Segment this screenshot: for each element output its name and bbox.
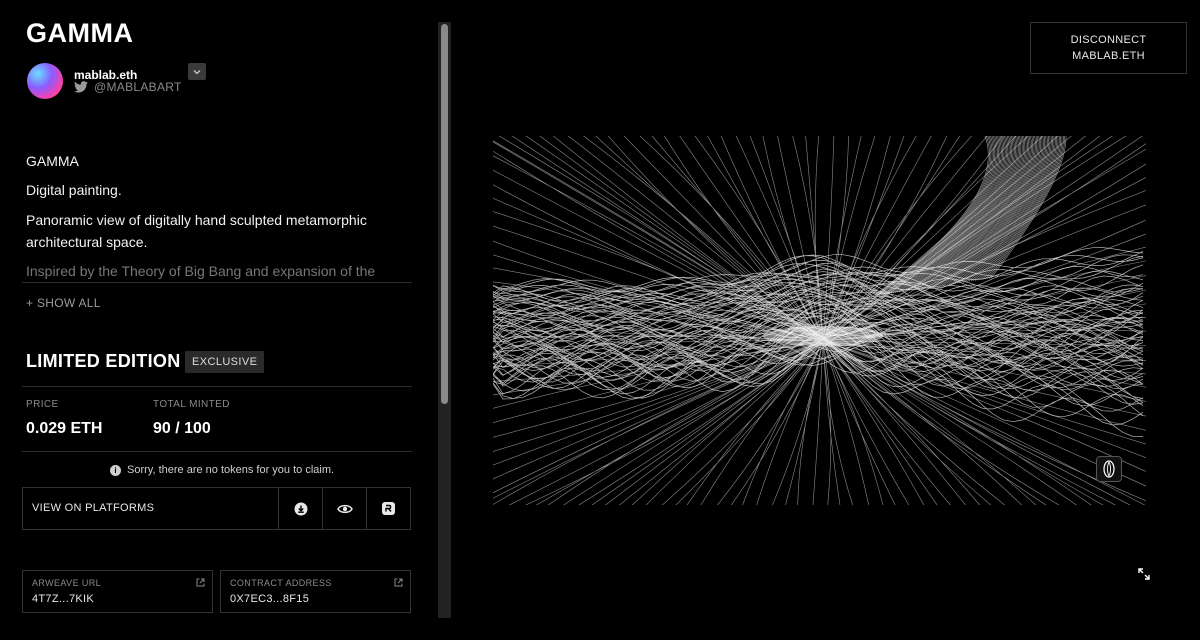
description-body: Panoramic view of digitally hand sculpte… xyxy=(26,212,367,250)
rarible-button[interactable] xyxy=(366,488,410,529)
price-label: PRICE xyxy=(26,399,59,410)
claim-notice: i Sorry, there are no tokens for you to … xyxy=(110,464,334,476)
minted-label: TOTAL MINTED xyxy=(153,399,230,410)
download-button[interactable] xyxy=(278,488,322,529)
twitter-handle: @MABLABART xyxy=(94,80,182,94)
art-badge xyxy=(1096,456,1122,482)
download-icon xyxy=(294,502,307,515)
disconnect-wallet-button[interactable]: DISCONNECT MABLAB.ETH xyxy=(1030,22,1187,74)
platforms-bar: VIEW ON PLATFORMS xyxy=(22,487,411,530)
external-link-icon xyxy=(196,578,205,587)
divider xyxy=(22,282,412,283)
exclusive-badge: EXCLUSIVE xyxy=(185,351,265,373)
seed-logo-icon xyxy=(1103,460,1115,478)
claim-notice-text: Sorry, there are no tokens for you to cl… xyxy=(127,464,335,476)
show-all-button[interactable]: + SHOW ALL xyxy=(26,296,101,310)
fullscreen-icon[interactable] xyxy=(1138,568,1150,580)
token-details-panel: GAMMA mablab.eth @MABLABART GAMMA Digita… xyxy=(0,0,438,640)
twitter-link[interactable]: @MABLABART xyxy=(74,80,182,94)
rarible-icon xyxy=(382,502,395,515)
arweave-value: 4T7Z...7KIK xyxy=(32,593,94,605)
view-on-platforms-button[interactable]: VIEW ON PLATFORMS xyxy=(23,488,278,529)
arweave-label: ARWEAVE URL xyxy=(32,578,102,588)
artist-menu-button[interactable] xyxy=(188,63,206,80)
info-icon: i xyxy=(110,464,121,476)
contract-address-box[interactable]: CONTRACT ADDRESS 0X7EC3...8F15 xyxy=(220,570,411,613)
artwork-image xyxy=(493,136,1146,505)
eye-icon xyxy=(336,504,353,513)
minted-value: 90 / 100 xyxy=(153,420,211,437)
wireframe-landscape-image xyxy=(493,136,1146,505)
description-truncated: Inspired by the Theory of Big Bang and e… xyxy=(26,263,376,279)
wallet-address: MABLAB.ETH xyxy=(1072,50,1145,62)
chevron-down-icon xyxy=(193,69,201,74)
artist-avatar[interactable] xyxy=(27,63,63,99)
contract-label: CONTRACT ADDRESS xyxy=(230,578,332,588)
view-button[interactable] xyxy=(322,488,366,529)
divider xyxy=(22,386,412,387)
arweave-url-box[interactable]: ARWEAVE URL 4T7Z...7KIK xyxy=(22,570,213,613)
description-title: GAMMA xyxy=(26,153,79,169)
divider xyxy=(22,451,412,452)
scrollbar-thumb[interactable] xyxy=(441,24,448,404)
edition-heading: LIMITED EDITION xyxy=(26,351,181,371)
contract-value: 0X7EC3...8F15 xyxy=(230,593,310,605)
description-medium: Digital painting. xyxy=(26,182,122,198)
artwork-title: GAMMA xyxy=(26,18,134,48)
external-link-icon xyxy=(394,578,403,587)
price-value: 0.029 ETH xyxy=(26,420,103,437)
disconnect-label: DISCONNECT xyxy=(1070,34,1147,46)
twitter-icon xyxy=(74,81,88,93)
